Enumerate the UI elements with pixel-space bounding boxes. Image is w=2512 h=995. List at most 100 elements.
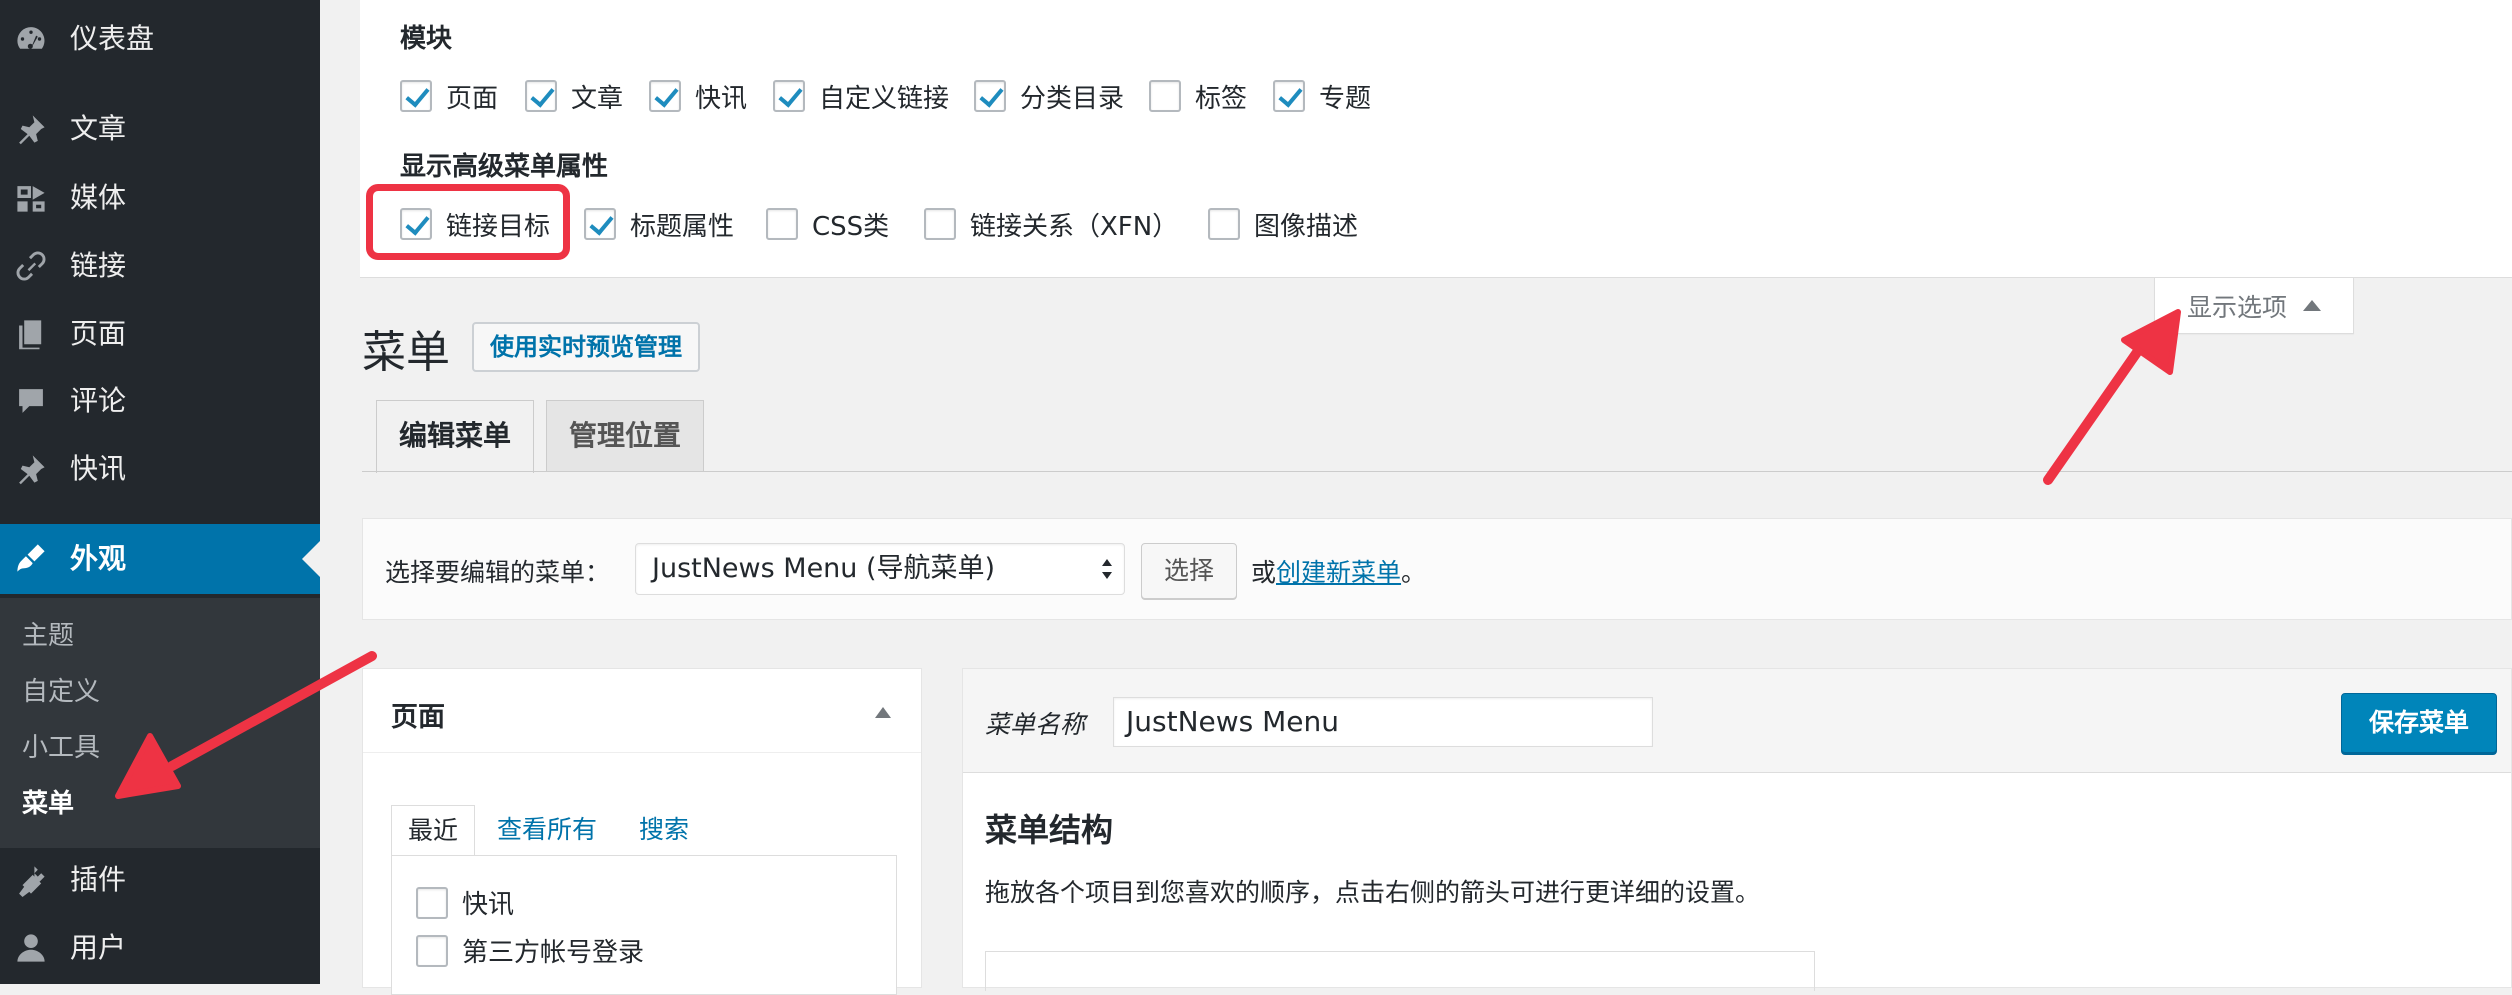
checkbox[interactable] [416,886,448,919]
page-item-label: 快讯 [462,890,515,920]
advanced-heading: 显示高级菜单属性 [400,152,609,182]
save-menu-button[interactable]: 保存菜单 [2341,693,2497,753]
dashboard-icon [17,27,45,49]
menu-structure-description: 拖放各个项目到您喜欢的顺序，点击右侧的箭头可进行更详细的设置。 [985,878,1761,907]
page-item-third-party-login[interactable]: 第三方帐号登录 [416,932,644,969]
submenu-item-themes[interactable]: 主题 [22,616,74,656]
sidebar-item-dashboard[interactable]: 仪表盘 [0,5,320,73]
sidebar-item-label: 快讯 [70,452,127,485]
link-icon [16,251,46,281]
choose-menu-button[interactable]: 选择 [1141,543,1237,599]
user-icon [17,934,45,962]
sidebar-item-label: 用户 [70,931,127,964]
sidebar-item-pages[interactable]: 页面 [0,300,320,368]
module-checkbox-topics[interactable]: 专题 [1273,78,1371,114]
checkbox-label: 标签 [1195,83,1248,114]
module-checkbox-pages[interactable]: 页面 [400,78,498,114]
checkbox[interactable] [400,80,432,112]
advanced-checkbox-description[interactable]: 图像描述 [1208,206,1358,242]
checkbox-label: 标题属性 [630,211,735,242]
checkbox-label: CSS类 [812,211,890,242]
modules-heading: 模块 [400,24,453,54]
sidebar-item-label: 插件 [70,863,127,896]
checkbox[interactable] [416,934,448,967]
sidebar-item-news[interactable]: 快讯 [0,435,320,503]
checkbox[interactable] [974,80,1006,112]
checkbox-label: 专题 [1319,83,1372,114]
sidebar-item-label: 文章 [70,112,127,145]
advanced-checkbox-css-classes[interactable]: CSS类 [766,206,889,242]
or-create-text: 或创建新菜单。 [1251,553,1426,589]
module-checkbox-categories[interactable]: 分类目录 [974,78,1124,114]
appearance-submenu: 主题 自定义 小工具 菜单 [0,598,320,848]
collapse-triangle-icon[interactable] [875,707,891,718]
period-text: 。 [1401,558,1427,587]
checkbox[interactable] [649,80,681,112]
sidebar-item-media[interactable]: 媒体 [0,164,320,232]
checkbox[interactable] [773,80,805,112]
pin-icon [19,115,45,145]
or-text: 或 [1251,558,1277,587]
module-checkbox-custom-links[interactable]: 自定义链接 [773,78,949,114]
submenu-item-customize[interactable]: 自定义 [22,672,100,712]
appearance-brush-icon [17,544,45,572]
select-arrows-icon [1102,559,1112,579]
submenu-item-menus[interactable]: 菜单 [22,784,74,824]
checkbox[interactable] [1273,80,1305,112]
sidebar-item-posts[interactable]: 文章 [0,95,320,163]
advanced-checkbox-title-attr[interactable]: 标题属性 [584,206,734,242]
checkbox-label: 快讯 [695,83,748,114]
menu-name-input[interactable]: JustNews Menu [1113,697,1653,747]
select-menu-label: 选择要编辑的菜单： [385,558,611,587]
pages-tab-recent[interactable]: 最近 [391,805,476,857]
sidebar-item-label: 评论 [70,384,127,417]
tab-manage-locations[interactable]: 管理位置 [546,400,705,472]
tab-divider [362,471,2512,472]
screen-options-panel: 模块 页面 文章 快讯 自定义链接 分类目录 标签 专题 显示高级菜单属性 链接… [360,0,2512,278]
advanced-checkbox-xfn[interactable]: 链接关系（XFN） [924,206,1178,242]
checkbox[interactable] [584,208,616,240]
module-checkbox-tags[interactable]: 标签 [1149,78,1247,114]
checkbox[interactable] [924,208,956,240]
checkbox[interactable] [1208,208,1240,240]
selected-menu-value: JustNews Menu (导航菜单) [652,553,996,584]
menu-editor-header: 菜单名称 JustNews Menu 保存菜单 [963,669,2511,773]
sidebar-item-label: 外观 [70,542,127,575]
live-preview-button[interactable]: 使用实时预览管理 [472,322,700,372]
checkbox[interactable] [525,80,557,112]
checkbox-label: 页面 [446,83,499,114]
checkbox[interactable] [766,208,798,240]
pages-tab-search[interactable]: 搜索 [639,805,689,855]
submenu-item-widgets[interactable]: 小工具 [22,728,100,768]
checkbox[interactable] [1149,80,1181,112]
sidebar-item-plugins[interactable]: 插件 [0,846,320,914]
pages-metabox: 页面 最近 查看所有 搜索 快讯 第三方帐号登录 [362,668,922,995]
sidebar-item-users[interactable]: 用户 [0,914,320,982]
menu-select-dropdown[interactable]: JustNews Menu (导航菜单) [635,543,1125,595]
sidebar-item-comments[interactable]: 评论 [0,367,320,435]
pages-metabox-header[interactable]: 页面 [363,669,921,753]
checkbox-label: 图像描述 [1254,211,1359,242]
tab-edit-menus[interactable]: 编辑菜单 [376,400,535,473]
sidebar-item-label: 仪表盘 [70,22,155,55]
menu-name-label: 菜单名称 [985,710,1086,739]
checkbox-label: 自定义链接 [819,83,950,114]
module-checkbox-news[interactable]: 快讯 [649,78,747,114]
comment-icon [19,389,43,413]
module-checkbox-posts[interactable]: 文章 [525,78,623,114]
screen-options-toggle[interactable]: 显示选项 [2154,278,2354,334]
page-item-news[interactable]: 快讯 [416,884,514,921]
pages-tab-view-all[interactable]: 查看所有 [497,805,597,855]
arrow-to-screen-options-line [2043,343,2145,485]
menu-editor-panel: 菜单名称 JustNews Menu 保存菜单 菜单结构 拖放各个项目到您喜欢的… [962,668,2512,991]
page-icon [19,320,42,350]
annotation-highlight-box [366,184,570,260]
sidebar-item-label: 媒体 [70,181,127,214]
sidebar-item-appearance[interactable]: 外观 [0,524,320,594]
create-new-menu-link[interactable]: 创建新菜单 [1276,558,1401,587]
triangle-up-icon [2303,300,2321,311]
sidebar-item-label: 链接 [70,249,127,282]
pin-icon [19,455,45,485]
sidebar-item-links[interactable]: 链接 [0,232,320,300]
page-title: 菜单 [362,327,450,378]
